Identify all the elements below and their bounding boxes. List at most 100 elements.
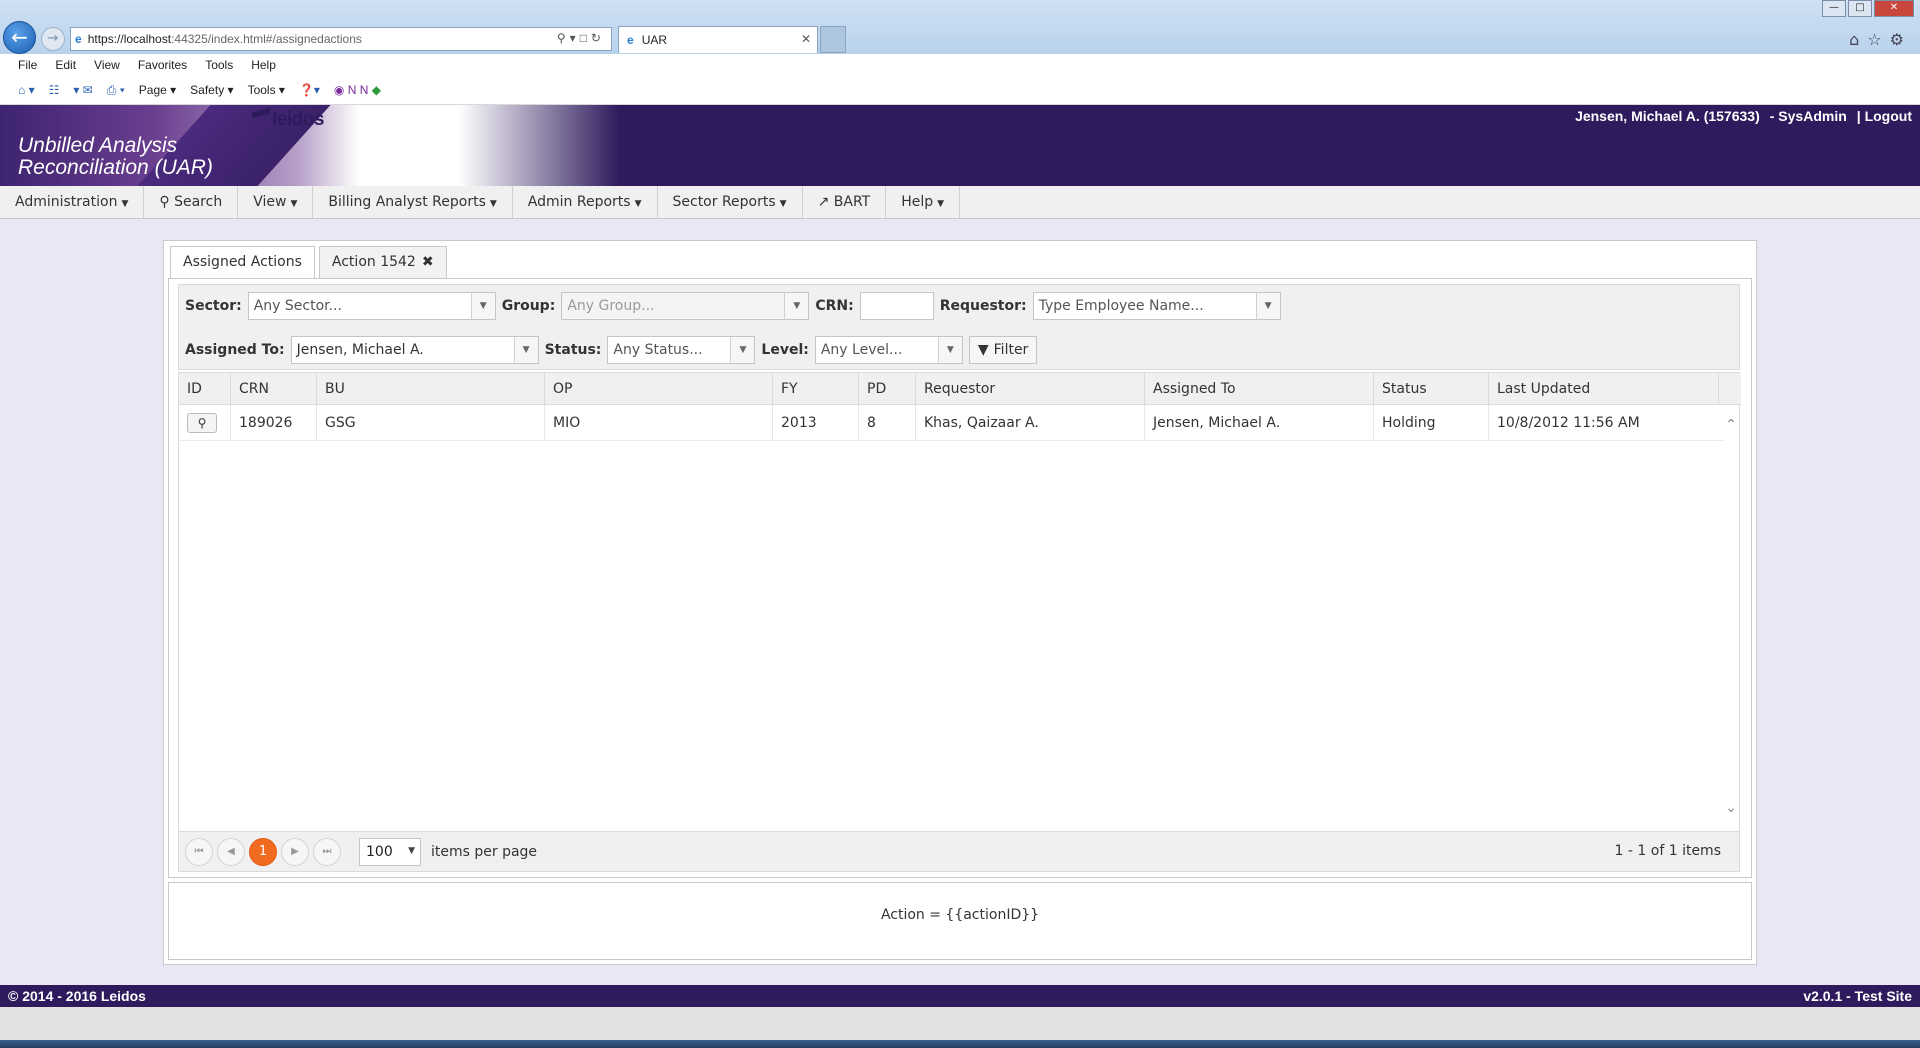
col-op[interactable]: OP [545, 373, 773, 404]
footer-version: v2.0.1 - Test Site [1803, 988, 1912, 1004]
caret-down-icon: ▼ [489, 199, 497, 209]
dropdown-arrow-icon: ▼ [408, 845, 415, 856]
browser-chrome: ← → e https://localhost:44325/index.html… [0, 0, 1920, 54]
dropdown-arrow-icon[interactable]: ▼ [1255, 293, 1280, 319]
nav-administration[interactable]: Administration ▼ [0, 186, 145, 219]
col-requestor[interactable]: Requestor [916, 373, 1145, 404]
maximize-icon[interactable]: □ [1848, 0, 1872, 17]
level-combobox[interactable]: Any Level... ▼ [814, 336, 963, 364]
star-icon[interactable]: ☆ [1867, 30, 1889, 49]
col-last-updated[interactable]: Last Updated [1489, 373, 1719, 404]
col-status[interactable]: Status [1374, 373, 1489, 404]
filter-button-label: Filter [993, 342, 1029, 358]
cmd-safety[interactable]: Safety ▾ [190, 83, 233, 97]
search-icon: ⚲ [159, 194, 170, 210]
nav-billing-analyst-reports[interactable]: Billing Analyst Reports ▼ [313, 186, 513, 219]
back-arrow-icon[interactable]: ← [3, 21, 36, 54]
requestor-combobox[interactable]: Type Employee Name... ▼ [1032, 292, 1281, 320]
caret-down-icon: ▼ [290, 199, 298, 209]
close-window-icon[interactable]: ✕ [1874, 0, 1914, 17]
next-page-icon[interactable]: ▶ [281, 837, 309, 866]
filter-button[interactable]: ▼ Filter [968, 336, 1038, 364]
status-combobox[interactable]: Any Status... ▼ [607, 336, 756, 364]
home-page-icon[interactable]: ⌂ ▾ [18, 83, 35, 97]
help-circle-icon[interactable]: ❓▾ [299, 83, 320, 97]
scroll-down-icon[interactable]: ⌄ [1725, 800, 1737, 816]
requestor-placeholder: Type Employee Name... [1038, 298, 1204, 314]
sector-placeholder: Any Sector... [253, 298, 342, 314]
scroll-up-icon[interactable]: ⌃ [1725, 417, 1737, 433]
logout-link[interactable]: | Logout [1857, 108, 1912, 124]
col-assigned-to[interactable]: Assigned To [1145, 373, 1374, 404]
dropdown-arrow-icon[interactable]: ▼ [937, 337, 962, 363]
external-link-icon: ↗ [817, 194, 830, 210]
nav-search[interactable]: ⚲ Search [144, 186, 239, 219]
sector-combobox[interactable]: Any Sector... ▼ [247, 292, 496, 320]
dropdown-arrow-icon[interactable]: ▼ [470, 293, 495, 319]
forward-arrow-icon[interactable]: → [41, 27, 65, 51]
pager-info: 1 - 1 of 1 items [1614, 843, 1721, 859]
menu-file[interactable]: File [18, 58, 37, 72]
dropdown-arrow-icon[interactable]: ▼ [730, 337, 755, 363]
magnifier-icon[interactable]: ⚲ [187, 412, 217, 433]
filter-panel: Sector: Any Sector... ▼ Group: Any Group… [178, 284, 1740, 370]
url-host: https://localhost [87, 32, 172, 46]
cell-op: MIO [545, 405, 773, 440]
prev-page-icon[interactable]: ◀ [217, 837, 245, 866]
first-page-icon[interactable]: ⏮ [185, 837, 213, 866]
page-size-select[interactable]: 100 ▼ [359, 837, 421, 866]
col-fy[interactable]: FY [773, 373, 859, 404]
user-info: Jensen, Michael A. (157633) - SysAdmin |… [1575, 108, 1912, 124]
dropdown-arrow-icon[interactable]: ▼ [513, 337, 538, 363]
nav-sector-reports[interactable]: Sector Reports ▼ [658, 186, 803, 219]
menu-tools[interactable]: Tools [205, 58, 233, 72]
nav-admin-reports[interactable]: Admin Reports ▼ [513, 186, 658, 219]
address-tools-icons[interactable]: ⚲▾□↻ [557, 31, 605, 45]
browser-tab-title: UAR [641, 33, 668, 47]
addon-icons[interactable]: ◉ N N ◆ [334, 83, 381, 97]
home-icon[interactable]: ⌂ [1849, 30, 1867, 49]
leidos-logo[interactable]: leidos [252, 107, 324, 131]
filter-row-1: Sector: Any Sector... ▼ Group: Any Group… [185, 291, 1281, 321]
app-header: leidos Unbilled Analysis Reconciliation … [0, 105, 1920, 186]
feeds-icon[interactable]: ☷ [49, 83, 60, 97]
col-id[interactable]: ID [179, 373, 231, 404]
nav-help[interactable]: Help ▼ [886, 186, 961, 219]
browser-menu-bar: File Edit View Favorites Tools Help [0, 54, 1920, 76]
close-tab-x-icon[interactable]: ✖ [422, 254, 434, 270]
table-row[interactable]: ⚲ 189026 GSG MIO 2013 8 Khas, Qaizaar A.… [179, 405, 1724, 441]
dropdown-arrow-icon[interactable]: ▼ [784, 293, 809, 319]
page-number-current[interactable]: 1 [249, 837, 277, 866]
level-placeholder: Any Level... [820, 342, 903, 358]
close-tab-icon[interactable]: ✕ [801, 32, 811, 46]
cmd-tools[interactable]: Tools ▾ [248, 83, 285, 97]
group-placeholder: Any Group... [567, 298, 655, 314]
tab-action-1542[interactable]: Action 1542 ✖ [318, 246, 447, 278]
assigned-to-combobox[interactable]: Jensen, Michael A. ▼ [290, 336, 539, 364]
app-title: Unbilled Analysis Reconciliation (UAR) [18, 134, 213, 179]
cmd-page[interactable]: Page ▾ [139, 83, 176, 97]
group-combobox[interactable]: Any Group... ▼ [561, 292, 810, 320]
tab-assigned-actions[interactable]: Assigned Actions [170, 246, 315, 279]
col-pd[interactable]: PD [859, 373, 916, 404]
last-page-icon[interactable]: ⏭ [313, 837, 341, 866]
col-bu[interactable]: BU [317, 373, 545, 404]
assigned-to-label: Assigned To: [185, 342, 285, 358]
menu-view[interactable]: View [94, 58, 120, 72]
menu-edit[interactable]: Edit [55, 58, 76, 72]
mail-icon[interactable]: ▾ ✉ [73, 83, 92, 97]
minimize-icon[interactable]: — [1822, 0, 1846, 17]
col-crn[interactable]: CRN [231, 373, 317, 404]
crn-input[interactable] [859, 292, 934, 320]
menu-favorites[interactable]: Favorites [138, 58, 187, 72]
cell-last-updated: 10/8/2012 11:56 AM [1497, 414, 1640, 431]
gear-icon[interactable]: ⚙ [1890, 30, 1912, 49]
nav-bart[interactable]: ↗ BART [803, 186, 887, 219]
browser-tab-uar[interactable]: e UAR ✕ [618, 26, 818, 53]
nav-view[interactable]: View ▼ [238, 186, 314, 219]
menu-help[interactable]: Help [251, 58, 276, 72]
new-tab-button[interactable] [820, 26, 846, 53]
print-icon[interactable]: ⎙ ▾ [107, 83, 125, 98]
address-bar[interactable]: e https://localhost:44325/index.html#/as… [70, 27, 612, 51]
crn-label: CRN: [815, 298, 854, 314]
